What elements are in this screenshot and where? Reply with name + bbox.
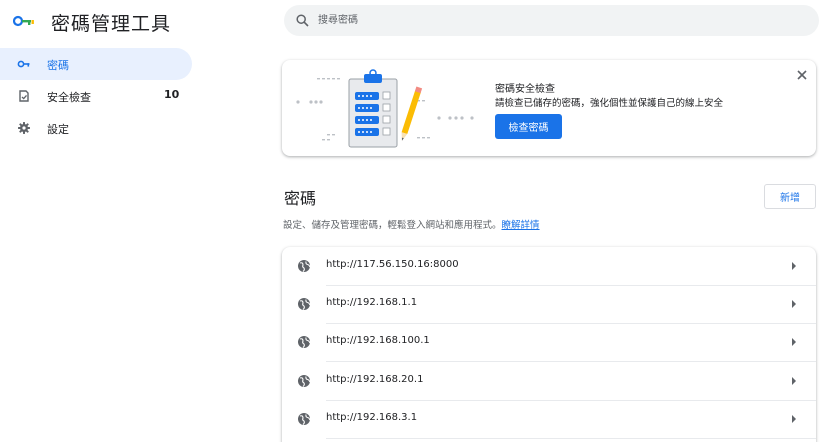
search-input[interactable] (318, 5, 798, 36)
close-icon[interactable] (795, 68, 809, 82)
password-url: http://192.168.20.1 (326, 374, 424, 385)
globe-icon (298, 298, 311, 310)
passwords-section-title: 密碼 (284, 189, 317, 208)
learn-more-link[interactable]: 瞭解詳情 (502, 220, 540, 231)
sidebar-item-safety-check[interactable]: 安全檢查 10 (0, 80, 192, 112)
banner-title: 密碼安全檢查 (495, 84, 555, 95)
chevron-right-icon (792, 338, 796, 346)
app-title: 密碼管理工具 (51, 13, 172, 35)
password-list-item[interactable]: http://192.168.3.1 (282, 400, 816, 439)
globe-icon (298, 336, 311, 348)
password-list: http://117.56.150.16:8000 http://192.168… (282, 247, 816, 442)
key-logo-icon (13, 15, 34, 27)
password-list-item[interactable]: http://117.56.150.16:8000 (282, 247, 816, 286)
sidebar-item-label: 設定 (47, 123, 69, 136)
search-icon (296, 14, 309, 27)
globe-icon (298, 413, 311, 425)
safety-check-banner: 密碼安全檢查 請檢查已儲存的密碼，強化個性並保護自己的線上安全 檢查密碼 (282, 60, 816, 156)
row-divider (326, 438, 816, 439)
gear-icon (18, 122, 30, 134)
search-bar (284, 5, 819, 36)
password-list-item[interactable]: http://192.168.100.1 (282, 323, 816, 362)
banner-description: 請檢查已儲存的密碼，強化個性並保護自己的線上安全 (495, 98, 724, 109)
sidebar-item-label: 安全檢查 (47, 91, 91, 104)
chevron-right-icon (792, 377, 796, 385)
sidebar-item-settings[interactable]: 設定 (0, 112, 192, 144)
key-icon (17, 60, 30, 68)
password-url: http://192.168.100.1 (326, 335, 430, 346)
sidebar-item-label: 密碼 (47, 59, 69, 72)
password-list-item[interactable]: http://192.168.20.1 (282, 362, 816, 401)
password-url: http://117.56.150.16:8000 (326, 259, 459, 270)
safety-check-count-badge: 10 (164, 88, 180, 101)
globe-icon (298, 375, 311, 387)
chevron-right-icon (792, 300, 796, 308)
add-password-button[interactable]: 新增 (764, 184, 816, 209)
chevron-right-icon (792, 262, 796, 270)
passwords-section-description: 設定、儲存及管理密碼，輕鬆登入網站和應用程式。瞭解詳情 (283, 217, 540, 231)
password-url: http://192.168.3.1 (326, 412, 418, 423)
app-header: 密碼管理工具 (0, 0, 250, 44)
chevron-right-icon (792, 415, 796, 423)
sidebar-nav: 密碼 安全檢查 10 設定 (0, 48, 192, 144)
check-passwords-button[interactable]: 檢查密碼 (495, 114, 562, 139)
password-url: http://192.168.1.1 (326, 297, 418, 308)
globe-icon (298, 260, 311, 272)
sidebar-item-passwords[interactable]: 密碼 (0, 48, 192, 80)
password-list-item[interactable]: http://192.168.1.1 (282, 285, 816, 324)
shield-check-icon (19, 90, 29, 102)
description-text: 設定、儲存及管理密碼，輕鬆登入網站和應用程式。 (283, 220, 502, 231)
clipboard-checklist-illustration (296, 69, 474, 148)
